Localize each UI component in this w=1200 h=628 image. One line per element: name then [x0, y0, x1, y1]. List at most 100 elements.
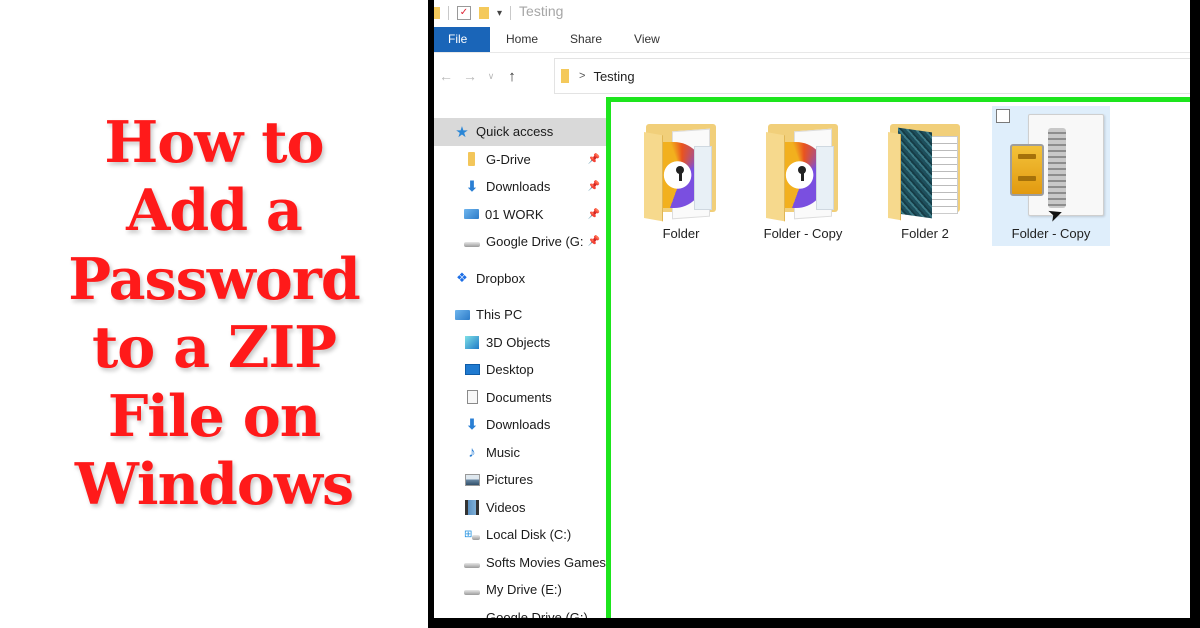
file-name: Folder: [662, 226, 700, 241]
local-disk-icon: ⊞: [464, 528, 480, 542]
zip-archive-icon: [1006, 114, 1104, 216]
drive-icon: [464, 235, 480, 249]
quick-access-toolbar: ✓ ▾ Testing: [434, 0, 1190, 26]
breadcrumb-testing[interactable]: Testing: [593, 69, 634, 84]
star-icon: ★: [455, 123, 469, 141]
pin-icon[interactable]: 📌: [588, 209, 600, 220]
nav-item-g-drive[interactable]: G-Drive 📌: [434, 146, 606, 174]
3d-objects-icon: [464, 335, 480, 349]
headline-line: Add a: [126, 177, 303, 244]
headline-line: Password: [68, 245, 360, 313]
navigation-bar: ← → ∨ ↑ > Testing: [434, 58, 1190, 94]
headline-line: to a ZIP: [91, 314, 337, 381]
folder-icon: [880, 118, 970, 221]
chevron-down-icon[interactable]: ∨: [482, 71, 500, 82]
nav-item-label: Desktop: [486, 362, 534, 378]
pin-icon[interactable]: 📌: [588, 181, 600, 192]
file-explorer-window: ✓ ▾ Testing File Home Share View ← → ∨ ↑…: [434, 0, 1190, 618]
headline-panel: How to Add a Password to a ZIP File on W…: [0, 0, 428, 628]
nav-item-label: Google Drive (G:): [486, 609, 588, 618]
nav-item-quick-access[interactable]: ★ Quick access: [434, 118, 606, 146]
file-item-folder[interactable]: Folder: [626, 110, 736, 246]
file-name: Folder 2: [901, 226, 949, 241]
tab-view[interactable]: View: [618, 27, 676, 52]
breadcrumb-separator[interactable]: >: [579, 70, 585, 82]
nav-item-google-drive-g[interactable]: Google Drive (G:): [434, 604, 606, 618]
nav-item-label: G-Drive: [486, 151, 531, 167]
nav-item-pictures[interactable]: Pictures: [434, 466, 606, 494]
this-pc-icon: [454, 308, 470, 322]
nav-item-01-work[interactable]: 01 WORK 📌: [434, 201, 606, 229]
headline-line: File on: [107, 382, 321, 450]
drive-icon: [464, 583, 480, 597]
nav-item-my-drive-e[interactable]: My Drive (E:): [434, 576, 606, 604]
work-folder-icon: [464, 209, 479, 220]
folder-icon[interactable]: [434, 7, 440, 19]
folder-icon: [561, 69, 569, 83]
nav-item-this-pc[interactable]: This PC: [434, 301, 606, 329]
nav-item-label: Documents: [486, 389, 552, 405]
nav-item-softs-movies-games[interactable]: Softs Movies Games: [434, 549, 606, 577]
nav-item-label: Softs Movies Games: [486, 554, 606, 570]
nav-item-label: Google Drive (G:: [486, 234, 584, 250]
headline-title: How to Add a Password to a ZIP File on W…: [68, 108, 360, 520]
documents-icon: [464, 390, 480, 405]
file-item-folder-2[interactable]: Folder 2: [870, 110, 980, 246]
nav-item-label: Local Disk (C:): [486, 527, 572, 543]
drive-icon: [464, 555, 480, 569]
tab-home[interactable]: Home: [490, 27, 554, 52]
ribbon-tabs: File Home Share View: [434, 27, 1190, 53]
new-folder-icon[interactable]: [479, 7, 489, 19]
nav-item-downloads-pinned[interactable]: ⬇ Downloads 📌: [434, 173, 606, 201]
tab-file[interactable]: File: [434, 27, 490, 52]
nav-item-google-drive-pinned[interactable]: Google Drive (G: 📌: [434, 228, 606, 256]
forward-arrow-icon[interactable]: →: [458, 68, 482, 84]
tab-share[interactable]: Share: [554, 27, 618, 52]
properties-check-icon[interactable]: ✓: [457, 6, 471, 20]
up-arrow-icon[interactable]: ↑: [500, 68, 524, 85]
videos-icon: [464, 499, 480, 515]
nav-item-dropbox[interactable]: ❖ Dropbox: [434, 265, 606, 293]
toolbar-divider: [448, 6, 449, 20]
pin-icon[interactable]: 📌: [588, 236, 600, 247]
nav-item-label: 3D Objects: [486, 334, 551, 350]
nav-item-label: 01 WORK: [485, 206, 544, 222]
nav-item-local-disk-c[interactable]: ⊞ Local Disk (C:): [434, 521, 606, 549]
file-list-area-highlighted[interactable]: Folder Folder - Copy Folder 2 ➤ Folder -…: [606, 97, 1190, 618]
toolbar-divider: [510, 6, 512, 20]
back-arrow-icon[interactable]: ←: [434, 68, 458, 84]
headline-line: How to: [104, 108, 324, 176]
nav-item-3d-objects[interactable]: 3D Objects: [434, 329, 606, 357]
nav-item-label: Videos: [486, 499, 526, 515]
file-name: Folder - Copy: [1011, 226, 1091, 241]
pictures-icon: [464, 473, 480, 487]
nav-item-label: Downloads: [486, 417, 551, 433]
pin-icon[interactable]: 📌: [588, 154, 600, 165]
nav-item-downloads[interactable]: ⬇ Downloads: [434, 411, 606, 439]
locked-folder-icon: [758, 118, 848, 222]
window-title: Testing: [519, 3, 564, 19]
file-grid: Folder Folder - Copy Folder 2 ➤ Folder -…: [626, 106, 1122, 246]
nav-item-label: This PC: [476, 307, 523, 323]
address-bar[interactable]: > Testing: [554, 58, 1190, 94]
download-icon: ⬇: [466, 178, 478, 195]
nav-item-desktop[interactable]: Desktop: [434, 356, 606, 384]
file-item-zip-selected[interactable]: ➤ Folder - Copy: [992, 106, 1110, 246]
nav-item-videos[interactable]: Videos: [434, 494, 606, 522]
nav-item-label: Dropbox: [476, 270, 526, 286]
folder-icon: [468, 152, 475, 167]
nav-item-documents[interactable]: Documents: [434, 384, 606, 412]
file-item-folder-copy[interactable]: Folder - Copy: [748, 110, 858, 246]
file-name: Folder - Copy: [763, 226, 843, 241]
nav-item-label: My Drive (E:): [486, 582, 562, 598]
nav-item-label: Music: [486, 444, 520, 460]
nav-item-music[interactable]: ♪ Music: [434, 439, 606, 467]
locked-folder-icon: [636, 118, 726, 222]
desktop-icon: [464, 363, 480, 377]
customize-toolbar-dropdown-icon[interactable]: ▾: [497, 8, 502, 19]
headline-line: Windows: [74, 451, 354, 518]
nav-item-label: Downloads: [486, 179, 551, 195]
music-icon: ♪: [468, 443, 476, 461]
download-icon: ⬇: [466, 416, 478, 433]
navigation-pane: ★ Quick access G-Drive 📌 ⬇ Downloads 📌 0…: [434, 118, 606, 618]
